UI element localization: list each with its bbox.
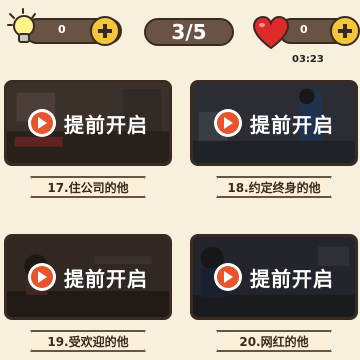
episode-title-18: 18.约定终身的他: [216, 176, 332, 198]
play-icon: [28, 109, 56, 137]
unlock-early-label: 提前开启: [64, 112, 148, 137]
lives-count: 0: [300, 23, 308, 36]
unlock-early-label: 提前开启: [250, 266, 334, 291]
episode-card-17[interactable]: 提前开启: [4, 80, 172, 166]
play-icon: [214, 109, 242, 137]
unlock-early-button[interactable]: 提前开启: [7, 83, 169, 163]
play-icon: [214, 263, 242, 291]
add-lives-button[interactable]: [330, 16, 360, 46]
lightbulb-icon: [7, 8, 36, 43]
unlock-early-button[interactable]: 提前开启: [193, 83, 355, 163]
plus-icon: [98, 24, 112, 38]
episode-title-20: 20.网红的他: [216, 330, 332, 352]
episode-card-20[interactable]: 提前开启: [190, 234, 358, 320]
episode-card-18[interactable]: 提前开启: [190, 80, 358, 166]
episode-title-19: 19.受欢迎的他: [30, 330, 146, 352]
level-progress: 3/5: [144, 18, 234, 46]
heart-icon: [252, 16, 290, 50]
play-icon: [28, 263, 56, 291]
lives-timer: 03:23: [292, 54, 324, 65]
add-hints-button[interactable]: [90, 16, 120, 46]
episode-card-19[interactable]: 提前开启: [4, 234, 172, 320]
unlock-early-button[interactable]: 提前开启: [7, 237, 169, 317]
unlock-early-label: 提前开启: [250, 112, 334, 137]
plus-icon: [338, 24, 352, 38]
episode-title-17: 17.住公司的他: [30, 176, 146, 198]
unlock-early-button[interactable]: 提前开启: [193, 237, 355, 317]
unlock-early-label: 提前开启: [64, 266, 148, 291]
hints-count: 0: [58, 23, 66, 36]
